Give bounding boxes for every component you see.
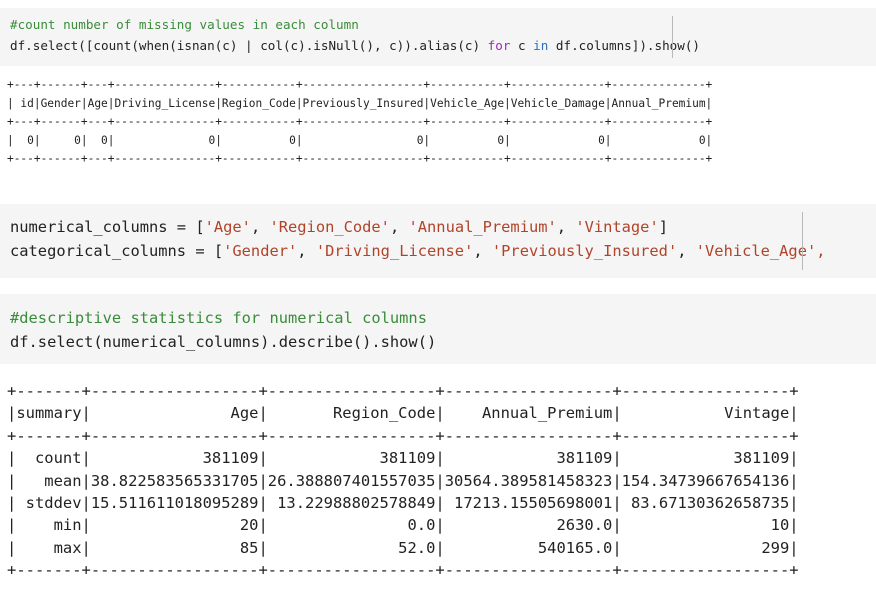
- output-line: | count| 381109| 381109| 381109| 381109|: [7, 449, 799, 468]
- string-literal: 'Driving_License': [315, 242, 474, 260]
- code-line-numerical-columns: numerical_columns = ['Age', 'Region_Code…: [10, 218, 668, 236]
- keyword-in: in: [533, 38, 549, 53]
- text-cursor: [802, 212, 803, 270]
- code-comment: #descriptive statistics for numerical co…: [10, 309, 427, 327]
- code-separator: ,: [473, 242, 492, 260]
- code-comment: #count number of missing values in each …: [10, 17, 359, 32]
- output-line: +---+------+---+---------------+--------…: [7, 78, 713, 91]
- output-line: | mean|38.822583565331705|26.38880740155…: [7, 471, 799, 490]
- output-line: | 0| 0| 0| 0| 0| 0| 0| 0| 0|: [7, 133, 713, 147]
- code-line-categorical-columns: categorical_columns = ['Gender', 'Drivin…: [10, 242, 826, 260]
- string-literal: 'Gender': [223, 242, 298, 260]
- output-line: +---+------+---+---------------+--------…: [7, 115, 713, 128]
- code-text: df.columns]).show(): [548, 38, 700, 53]
- output-line: | id|Gender|Age|Driving_License|Region_C…: [7, 96, 713, 110]
- output-describe-table: +-------+------------------+------------…: [7, 380, 799, 582]
- code-text: categorical_columns = [: [10, 242, 224, 260]
- code-text: ]: [658, 218, 668, 236]
- text-cursor: [672, 16, 673, 58]
- string-literal: 'Region_Code': [269, 218, 390, 236]
- code-line: df.select(numerical_columns).describe().…: [10, 333, 437, 351]
- string-literal: 'Vehicle_Age',: [695, 242, 826, 260]
- output-line: +---+------+---+---------------+--------…: [7, 152, 713, 165]
- code-line: df.select([count(when(isnan(c) | col(c).…: [10, 38, 700, 53]
- string-literal: 'Vintage': [575, 218, 659, 236]
- code-text: df.select([count(when(isnan(c) | col(c).…: [10, 38, 488, 53]
- output-line: +-------+------------------+------------…: [7, 382, 799, 400]
- code-separator: ,: [677, 242, 696, 260]
- output-missing-values-table: +---+------+---+---------------+--------…: [7, 76, 712, 169]
- string-literal: 'Age': [204, 218, 251, 236]
- code-separator: ,: [250, 218, 270, 236]
- output-line: +-------+------------------+------------…: [7, 561, 799, 580]
- code-text: numerical_columns = [: [10, 218, 205, 236]
- code-separator: ,: [556, 218, 576, 236]
- output-line: +-------+------------------+------------…: [7, 426, 799, 445]
- code-separator: ,: [297, 242, 316, 260]
- string-literal: 'Previously_Insured': [491, 242, 678, 260]
- code-separator: ,: [389, 218, 409, 236]
- code-text: c: [510, 38, 534, 53]
- code-cell-column-lists[interactable]: numerical_columns = ['Age', 'Region_Code…: [0, 204, 876, 278]
- output-line: | max| 85| 52.0| 540165.0| 299|: [7, 538, 799, 557]
- output-line: | stddev|15.511611018095289| 13.22988802…: [7, 494, 799, 513]
- output-line: |summary| Age| Region_Code| Annual_Premi…: [7, 404, 799, 423]
- code-cell-descriptive-statistics[interactable]: #descriptive statistics for numerical co…: [0, 294, 876, 364]
- code-cell-missing-values[interactable]: #count number of missing values in each …: [0, 8, 876, 66]
- string-literal: 'Annual_Premium': [408, 218, 557, 236]
- keyword-for: for: [487, 38, 511, 53]
- output-line: | min| 20| 0.0| 2630.0| 10|: [7, 516, 799, 535]
